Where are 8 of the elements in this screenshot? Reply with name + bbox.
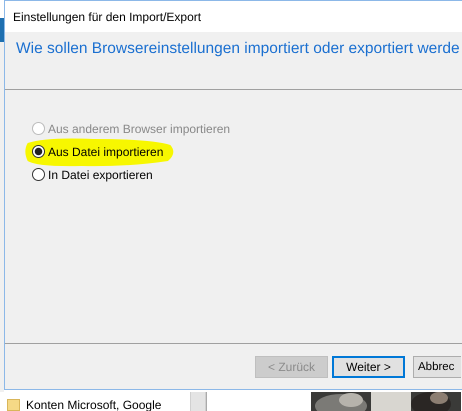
next-button[interactable]: Weiter > [332, 356, 405, 378]
folder-icon [7, 399, 20, 411]
scrollbar[interactable] [190, 392, 206, 411]
dialog-heading: Wie sollen Browsereinstellungen importiert oder exportiert werde [16, 40, 460, 57]
radio-button[interactable] [32, 168, 45, 181]
cancel-button[interactable]: Abbrec [413, 356, 461, 378]
radio-label[interactable]: In Datei exportieren [48, 168, 153, 182]
window-title: Einstellungen für den Import/Export [13, 10, 202, 24]
